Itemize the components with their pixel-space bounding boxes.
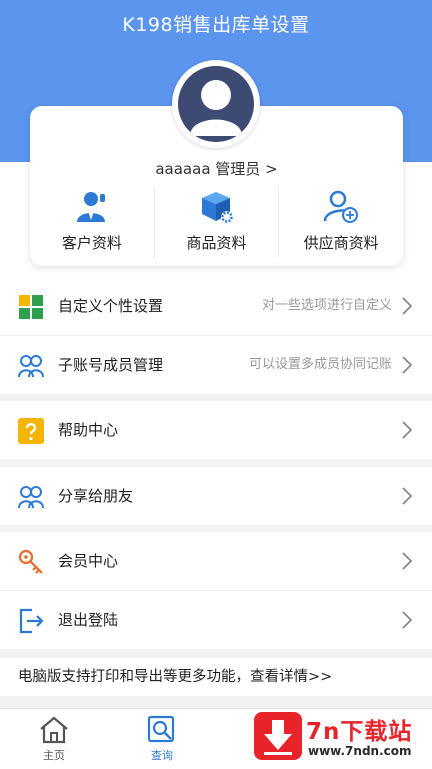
logout-icon	[19, 608, 44, 634]
avatar[interactable]	[172, 60, 260, 148]
menu-section-settings: 自定义个性设置 对一些选项进行自定义 子账号成员管理 可以设置多成员协同记账	[0, 277, 432, 394]
quick-link-product[interactable]: 商品资料	[153, 188, 279, 258]
menu-label: 退出登陆	[58, 611, 119, 629]
menu-hint: 可以设置多成员协同记账	[248, 357, 392, 372]
tab-label: 查询	[151, 749, 173, 762]
menu-label: 会员中心	[58, 552, 119, 570]
site-watermark: 7n下载站 www.7ndn.com	[250, 708, 432, 768]
chevron-right-icon	[402, 356, 412, 374]
quick-links: 客户资料 商品资料 供应商资料	[30, 188, 403, 258]
menu-label: 分享给朋友	[58, 487, 134, 505]
watermark-url: www.7ndn.com	[308, 744, 412, 758]
search-doc-icon	[147, 715, 175, 743]
quick-link-label: 供应商资料	[303, 234, 379, 252]
customer-icon	[76, 192, 105, 222]
avatar-image	[178, 66, 254, 142]
tab-home[interactable]: 主页	[24, 709, 84, 769]
page-title: K198销售出库单设置	[122, 14, 310, 36]
chevron-right-icon	[402, 297, 412, 315]
menu-subaccount[interactable]: 子账号成员管理 可以设置多成员协同记账	[0, 335, 432, 394]
question-icon	[18, 418, 44, 444]
quick-link-customer[interactable]: 客户资料	[30, 188, 154, 258]
grid-icon	[19, 295, 43, 319]
quick-link-label: 商品资料	[186, 234, 247, 252]
banner-text[interactable]: 电脑版支持打印和导出等更多功能，查看详情>>	[18, 658, 332, 696]
desktop-version-banner[interactable]: 电脑版支持打印和导出等更多功能，查看详情>>	[0, 658, 432, 696]
menu-custom-settings[interactable]: 自定义个性设置 对一些选项进行自定义	[0, 277, 432, 335]
menu-help-center[interactable]: 帮助中心	[0, 401, 432, 459]
share-users-icon	[18, 486, 44, 509]
user-silhouette-icon	[190, 80, 242, 136]
chevron-right-icon	[402, 487, 412, 505]
menu-label: 子账号成员管理	[58, 356, 164, 374]
members-icon	[18, 355, 44, 378]
menu-section-share: 分享给朋友	[0, 467, 432, 525]
chevron-right-icon	[402, 611, 412, 629]
chevron-right-icon	[402, 421, 412, 439]
tab-label: 主页	[43, 749, 65, 762]
menu-section-account: 会员中心 退出登陆	[0, 532, 432, 649]
menu-label: 自定义个性设置	[58, 297, 164, 315]
supplier-icon	[323, 190, 359, 223]
watermark-title: 7n下载站	[306, 719, 413, 745]
menu-logout[interactable]: 退出登陆	[0, 590, 432, 649]
chevron-right-icon	[402, 552, 412, 570]
key-icon	[18, 549, 43, 574]
download-logo-icon	[254, 712, 302, 760]
menu-section-help: 帮助中心	[0, 401, 432, 459]
menu-share[interactable]: 分享给朋友	[0, 467, 432, 525]
quick-link-supplier[interactable]: 供应商资料	[278, 188, 403, 258]
home-icon	[40, 716, 68, 744]
username: aaaaaa	[155, 160, 211, 178]
product-box-icon	[201, 192, 233, 223]
menu-hint: 对一些选项进行自定义	[261, 298, 392, 313]
user-line[interactable]: aaaaaa 管理员 >	[30, 158, 403, 179]
menu-vip-center[interactable]: 会员中心	[0, 532, 432, 590]
quick-link-label: 客户资料	[61, 234, 122, 252]
tab-query[interactable]: 查询	[132, 709, 192, 769]
role-link[interactable]: 管理员 >	[215, 160, 277, 178]
menu-label: 帮助中心	[58, 421, 119, 439]
